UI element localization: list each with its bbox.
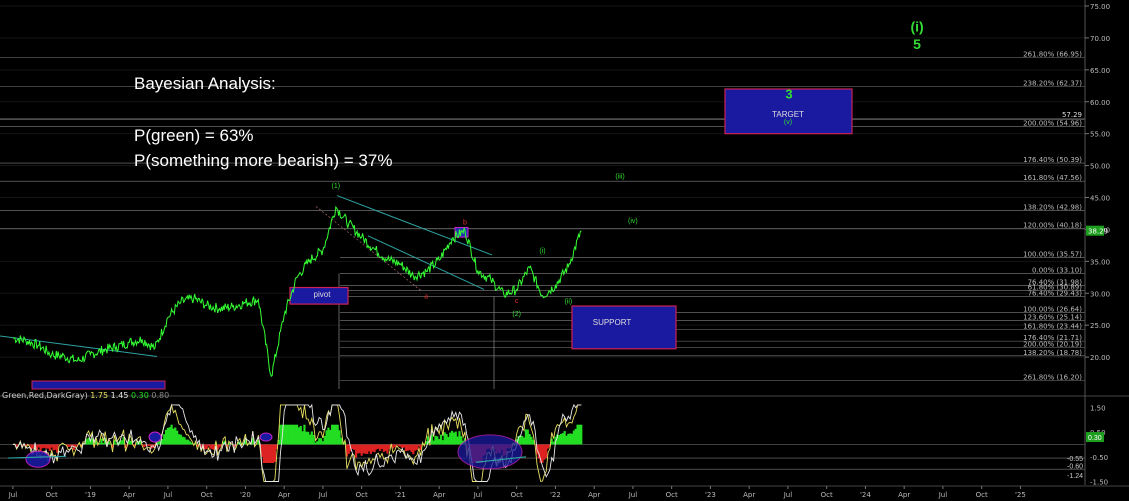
x-tick-label: Oct <box>666 491 678 499</box>
target-sublabel: (v) <box>784 119 792 126</box>
x-tick-label: Apr <box>898 491 910 499</box>
y-tick-label: 20.00 <box>1090 354 1110 362</box>
target-wave-label: 3 <box>785 87 792 102</box>
y-tick-label: 30.00 <box>1090 290 1110 298</box>
wave-label: (iv) <box>628 218 638 225</box>
price-level-label: 57.29 <box>1062 111 1082 119</box>
osc-tick-label: 1.50 <box>1090 404 1106 412</box>
wave-label: (ii) <box>564 298 572 305</box>
x-tick-label: '23 <box>705 491 716 499</box>
x-tick-label: Jul <box>628 491 638 499</box>
support-box <box>571 305 677 350</box>
x-tick-label: Apr <box>123 491 135 499</box>
fib-label: 0.00% (33.10) <box>1032 266 1082 274</box>
fib-label: 76.40% (29.43) <box>1028 289 1083 297</box>
wave-label: a <box>424 293 428 300</box>
y-tick-label: 50.00 <box>1090 163 1110 171</box>
x-tick-label: Jul <box>318 491 328 499</box>
bayes-line-green: P(green) = 63% <box>134 126 254 145</box>
divergence-marker <box>25 450 51 468</box>
wave-label: (iii) <box>615 173 624 180</box>
indicator-value-1: 1.75 <box>90 391 109 400</box>
wave-label: (i) <box>910 19 923 35</box>
y-tick-label: 25.00 <box>1090 322 1110 330</box>
fib-label: 261.80% (16.20) <box>1023 373 1082 381</box>
x-tick-label: Oct <box>976 491 988 499</box>
divergence-marker <box>148 431 162 443</box>
bayes-line-bearish: P(something more bearish) = 37% <box>134 151 393 170</box>
support-label: SUPPORT <box>593 318 632 327</box>
indicator-value-2: 1.45 <box>110 391 129 400</box>
fib-label: 238.20% (62.37) <box>1023 80 1082 88</box>
fib-label: 200.00% (54.96) <box>1023 120 1082 128</box>
x-tick-label: '24 <box>860 491 871 499</box>
indicator-value-4: 0.80 <box>151 391 170 400</box>
base-box <box>31 380 166 390</box>
x-tick-label: Apr <box>743 491 755 499</box>
x-tick-label: Apr <box>588 491 600 499</box>
indicator-value-3: 0.30 <box>131 391 149 400</box>
bayes-title: Bayesian Analysis: <box>134 74 276 93</box>
osc-value-label: 0.30 <box>1088 435 1102 442</box>
last-price-label: 38.29 <box>1088 228 1108 236</box>
indicator-name: Green,Red,DarkGray) <box>2 391 88 400</box>
osc-value-label: -0.55 <box>1067 456 1083 463</box>
x-tick-label: '22 <box>550 491 561 499</box>
osc-tick-label: -0.50 <box>1090 454 1108 462</box>
fib-label: 138.20% (18.78) <box>1023 349 1082 357</box>
x-tick-label: Oct <box>46 491 58 499</box>
fib-label: 120.00% (40.18) <box>1023 221 1082 229</box>
wave-label: b <box>463 219 467 226</box>
y-tick-label: 60.00 <box>1090 99 1110 107</box>
fib-label: 138.20% (42.98) <box>1023 203 1082 211</box>
fib-label: 123.60% (25.14) <box>1023 314 1082 322</box>
fib-label: 100.00% (35.57) <box>1023 251 1082 259</box>
divergence-marker <box>259 432 273 442</box>
target-label: TARGET <box>772 110 804 119</box>
x-tick-label: Oct <box>821 491 833 499</box>
wave-label: (i) <box>539 248 545 255</box>
indicator-legend: Green,Red,DarkGray) 1.75 1.45 0.30 0.80 <box>2 391 169 400</box>
x-tick-label: Jul <box>783 491 793 499</box>
fib-label: 261.80% (66.95) <box>1023 50 1082 58</box>
y-tick-label: 45.00 <box>1090 195 1110 203</box>
fib-label: 176.40% (50.39) <box>1023 156 1082 164</box>
y-tick-label: 65.00 <box>1090 67 1110 75</box>
wave-label: 5 <box>913 36 921 52</box>
osc-value-label: -0.60 <box>1067 464 1083 471</box>
x-tick-label: Jul <box>938 491 948 499</box>
fib-label: 161.80% (47.56) <box>1023 174 1082 182</box>
y-tick-label: 75.00 <box>1090 3 1110 11</box>
x-tick-label: '19 <box>85 491 96 499</box>
osc-tick-label: -1.50 <box>1090 479 1108 487</box>
x-tick-label: Oct <box>511 491 523 499</box>
x-tick-label: Jul <box>163 491 173 499</box>
x-tick-label: Oct <box>356 491 368 499</box>
wave-label: (2) <box>512 311 521 318</box>
y-tick-label: 35.00 <box>1090 258 1110 266</box>
x-tick-label: Jul <box>473 491 483 499</box>
x-tick-label: '25 <box>1015 491 1026 499</box>
x-tick-label: Oct <box>201 491 213 499</box>
fib-label: 161.80% (23.44) <box>1023 323 1082 331</box>
x-tick-label: Jul <box>8 491 18 499</box>
fib-label: 200.00% (20.19) <box>1023 341 1082 349</box>
x-tick-label: Apr <box>278 491 290 499</box>
x-tick-label: '20 <box>240 491 251 499</box>
osc-value-label: -1.24 <box>1067 473 1083 480</box>
y-tick-label: 70.00 <box>1090 35 1110 43</box>
divergence-marker <box>457 434 523 470</box>
x-tick-label: Apr <box>433 491 445 499</box>
x-tick-label: '21 <box>395 491 406 499</box>
wave-label: (1) <box>332 183 341 190</box>
y-tick-label: 55.00 <box>1090 131 1110 139</box>
pivot-label: pivot <box>314 290 332 299</box>
fib-label: 100.00% (26.64) <box>1023 305 1082 313</box>
wave-label: c <box>515 298 519 305</box>
